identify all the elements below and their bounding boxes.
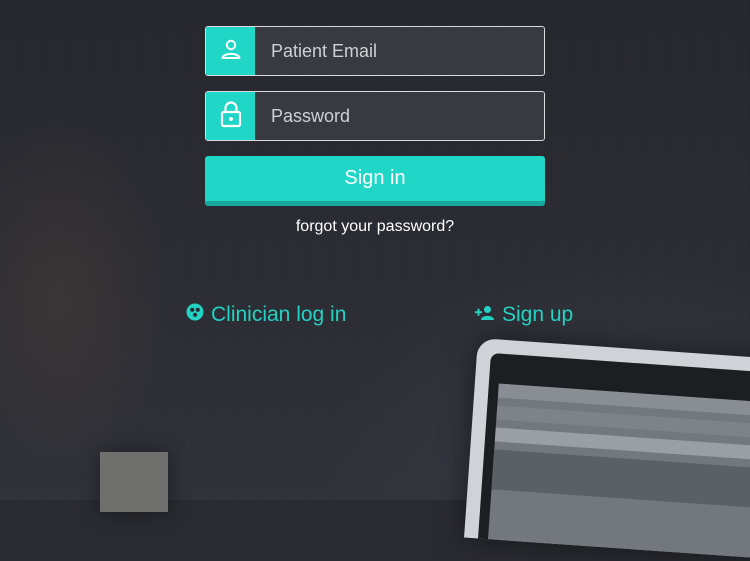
password-field (205, 91, 545, 141)
sign-in-button[interactable]: Sign in (205, 156, 545, 206)
clinician-login-link[interactable]: Clinician log in (186, 303, 346, 327)
sign-up-link[interactable]: Sign up (475, 303, 573, 327)
laptop-screen-content (487, 383, 750, 561)
background-laptop (464, 338, 750, 561)
email-field (205, 26, 545, 76)
email-input[interactable] (255, 27, 544, 75)
password-input[interactable] (255, 92, 544, 140)
clinician-icon (186, 303, 204, 327)
clinician-login-label: Clinician log in (211, 303, 347, 326)
sign-up-label: Sign up (502, 303, 574, 326)
laptop-screen (478, 352, 750, 561)
screen-bar (491, 449, 750, 511)
background-mug (100, 452, 168, 512)
lock-icon (220, 100, 242, 133)
add-user-icon (475, 303, 495, 327)
user-icon (220, 38, 242, 65)
forgot-password-link[interactable]: forgot your password? (205, 218, 545, 236)
password-icon-box (206, 92, 255, 140)
email-icon-box (206, 27, 255, 75)
